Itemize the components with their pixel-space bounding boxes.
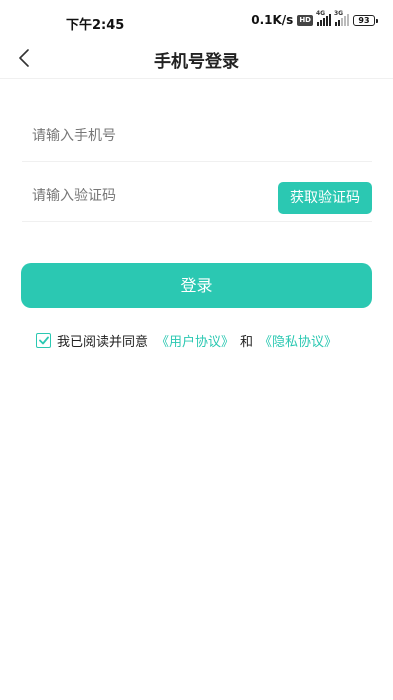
login-button[interactable]: 登录 [21,263,372,308]
code-field-row: 获取验证码 [22,175,372,222]
verification-code-input[interactable] [32,188,272,204]
agreement-and: 和 [240,334,254,350]
agreement-checkbox[interactable] [36,332,51,348]
page-title: 手机号登录 [154,52,239,72]
sim1-network-type: 4G [316,10,326,17]
checkmark-icon [38,336,49,344]
phone-input[interactable] [32,128,272,144]
user-agreement-link[interactable]: 《用户协议》 [156,331,234,350]
network-speed: 0.1K/s [251,13,294,27]
signal-sim1-icon: 4G [316,10,331,26]
signal-sim2-icon: 3G [334,10,349,26]
get-code-button[interactable]: 获取验证码 [278,182,372,214]
phone-field-row [22,115,372,162]
sim2-network-type: 3G [334,10,344,17]
hd-icon: HD [297,14,313,26]
status-bar: 下午2:45 0.1K/s HD 4G 3G 93 [0,0,393,42]
battery-level: 93 [358,15,370,25]
agreement-row: 我已阅读并同意 《用户协议》 和 《隐私协议》 [36,330,337,350]
agreement-prefix: 我已阅读并同意 [57,334,149,350]
battery-icon: 93 [353,14,378,26]
status-time: 下午2:45 [66,18,125,33]
nav-bar: 手机号登录 [0,38,393,79]
status-indicators: 0.1K/s HD 4G 3G 93 [251,10,378,27]
privacy-policy-link[interactable]: 《隐私协议》 [259,331,337,350]
